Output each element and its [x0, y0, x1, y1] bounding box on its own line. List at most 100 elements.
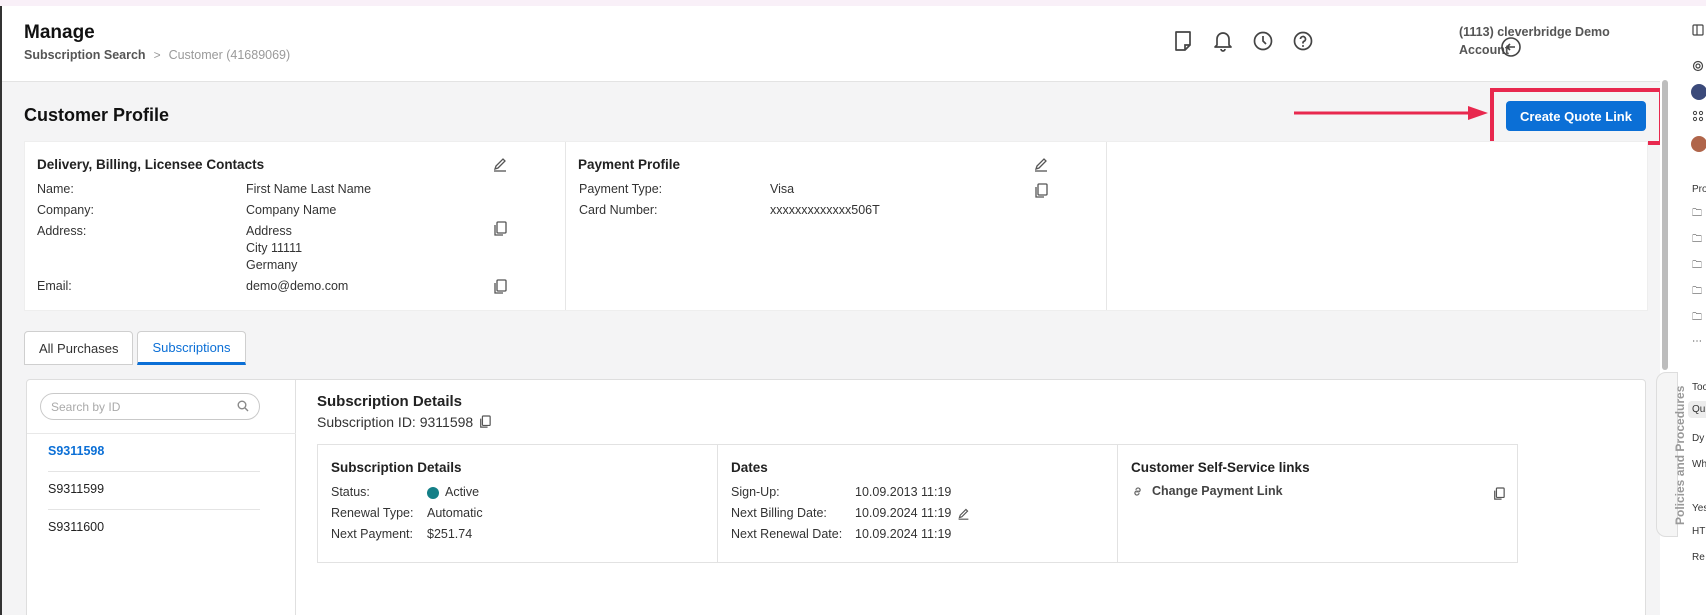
policies-procedures-tab[interactable]: Policies and Procedures — [1656, 372, 1687, 537]
sidebar-toggle-icon[interactable] — [1692, 24, 1704, 36]
next-renewal-row: Next Renewal Date: 10.09.2024 11:19 — [731, 526, 1104, 543]
bell-icon[interactable] — [1210, 28, 1236, 54]
more-icon[interactable]: ⋯ — [1692, 336, 1702, 347]
app-window: Manage Subscription Search > Customer (4… — [0, 6, 1660, 615]
self-service-card: Customer Self-Service links Change Payme… — [1118, 445, 1517, 562]
card-number-label: Card Number: — [579, 203, 658, 217]
side-item[interactable]: Dy — [1692, 433, 1704, 444]
next-payment-label: Next Payment: — [331, 527, 413, 541]
spiral-icon[interactable] — [1692, 60, 1704, 72]
edit-billing-date-icon[interactable] — [957, 507, 970, 520]
address-value: Address City 11111 Germany — [246, 224, 303, 272]
list-divider — [48, 471, 260, 472]
status-label: Status: — [331, 485, 370, 499]
account-name[interactable]: (1113) cleverbridge Demo Account — [1459, 23, 1619, 59]
list-divider — [48, 509, 260, 510]
create-quote-link-button[interactable]: Create Quote Link — [1506, 101, 1646, 131]
side-item[interactable]: HT — [1692, 526, 1705, 537]
card-number-row: Card Number: xxxxxxxxxxxxx506T — [579, 202, 1094, 219]
copy-email-icon[interactable] — [493, 279, 507, 295]
payment-type-value: Visa — [770, 182, 795, 196]
chevron-right-icon: > — [153, 48, 161, 62]
folder-icon[interactable]: 🗀 — [1692, 258, 1702, 275]
link-icon — [1134, 486, 1141, 496]
name-label: Name: — [37, 182, 74, 196]
breadcrumb: Subscription Search > Customer (41689069… — [24, 48, 290, 62]
change-payment-link-label: Change Payment Link — [1152, 484, 1283, 498]
browser-side-panel: Pro 🗀 🗀 🗀 🗀 🗀 ⋯ Too Qu Dy Wh Yes HT Re — [1686, 6, 1706, 615]
page-header-title: Manage — [24, 22, 95, 43]
payment-type-row: Payment Type: Visa — [579, 181, 1094, 198]
apps-icon[interactable] — [1692, 110, 1704, 122]
history-icon[interactable] — [1250, 28, 1276, 54]
side-item[interactable]: Qu — [1688, 401, 1706, 418]
avatar[interactable] — [1691, 136, 1706, 152]
logout-icon[interactable] — [1498, 34, 1524, 60]
copy-subscription-id-icon[interactable] — [479, 415, 491, 429]
status-row: Status: Active — [331, 484, 704, 501]
address-label: Address: — [37, 224, 87, 238]
side-item[interactable]: Re — [1692, 552, 1705, 563]
folder-icon[interactable]: 🗀 — [1692, 206, 1702, 223]
policies-procedures-label: Policies and Procedures — [1673, 385, 1687, 525]
company-value: Company Name — [246, 203, 337, 217]
top-header: Manage Subscription Search > Customer (4… — [2, 6, 1660, 82]
contact-name-row: Name: First Name Last Name — [37, 181, 553, 198]
purchase-tabs: All Purchases Subscriptions — [24, 331, 246, 365]
avatar[interactable] — [1691, 84, 1706, 100]
folder-icon[interactable]: 🗀 — [1692, 310, 1702, 327]
status-badge: Active — [445, 485, 480, 499]
copy-link-icon[interactable] — [1493, 487, 1505, 501]
next-billing-label: Next Billing Date: — [731, 506, 827, 520]
next-billing-value: 10.09.2024 11:19 — [855, 506, 952, 520]
side-label: Pro — [1692, 184, 1706, 195]
subscription-status-card: Subscription Details Status: Active Renew… — [318, 445, 718, 562]
card-number-value: xxxxxxxxxxxxx506T — [770, 203, 880, 217]
next-payment-value: $251.74 — [427, 527, 473, 541]
tab-all-purchases[interactable]: All Purchases — [24, 331, 134, 365]
edit-contacts-icon[interactable] — [492, 156, 508, 172]
contact-company-row: Company: Company Name — [37, 202, 553, 219]
contacts-card-title: Delivery, Billing, Licensee Contacts — [37, 157, 265, 172]
renewal-type-label: Renewal Type: — [331, 506, 414, 520]
subscription-detail: Subscription Details Subscription ID: 93… — [295, 380, 1645, 615]
list-divider — [27, 433, 296, 434]
contact-email-row: Email: demo@demo.com — [37, 278, 553, 295]
next-renewal-value: 10.09.2024 11:19 — [855, 527, 952, 541]
list-item[interactable]: S9311598 — [48, 444, 260, 458]
list-item[interactable]: S9311600 — [48, 520, 260, 534]
payment-card-title: Payment Profile — [578, 157, 681, 172]
folder-icon[interactable]: 🗀 — [1692, 232, 1702, 249]
scrollbar-thumb[interactable] — [1662, 80, 1668, 370]
customer-profile-panel: Delivery, Billing, Licensee Contacts Nam… — [24, 141, 1648, 311]
status-card-title: Subscription Details — [331, 460, 462, 475]
subscriptions-panel: S9311598 S9311599 S9311600 Subscription … — [26, 379, 1646, 615]
copy-payment-icon[interactable] — [1034, 183, 1048, 199]
side-label: Too — [1692, 382, 1706, 393]
side-label: Yes — [1692, 503, 1706, 514]
self-service-card-title: Customer Self-Service links — [1131, 460, 1310, 475]
breadcrumb-subscription-search[interactable]: Subscription Search — [24, 48, 146, 62]
dates-card-title: Dates — [731, 460, 768, 475]
dates-card: Dates Sign-Up: 10.09.2013 11:19 Next Bill… — [718, 445, 1118, 562]
search-input[interactable] — [40, 393, 260, 420]
contacts-card: Delivery, Billing, Licensee Contacts Nam… — [25, 142, 566, 310]
customer-profile-title: Customer Profile — [24, 105, 170, 125]
renewal-type-value: Automatic — [427, 506, 483, 520]
email-value: demo@demo.com — [246, 279, 349, 293]
notes-icon[interactable] — [1170, 28, 1196, 54]
breadcrumb-customer: Customer (41689069) — [168, 48, 291, 62]
help-icon[interactable] — [1290, 28, 1316, 54]
edit-payment-icon[interactable] — [1033, 156, 1049, 172]
side-item[interactable]: Wh — [1692, 459, 1706, 470]
copy-address-icon[interactable] — [493, 221, 507, 237]
signup-value: 10.09.2013 11:19 — [855, 485, 952, 499]
tab-subscriptions[interactable]: Subscriptions — [137, 331, 246, 365]
payment-type-label: Payment Type: — [579, 182, 663, 196]
search-icon[interactable] — [237, 400, 249, 412]
folder-icon[interactable]: 🗀 — [1692, 284, 1702, 301]
change-payment-link[interactable]: Change Payment Link — [1131, 484, 1504, 498]
list-item[interactable]: S9311599 — [48, 482, 260, 496]
next-payment-row: Next Payment: $251.74 — [331, 526, 704, 543]
subscription-list: S9311598 S9311599 S9311600 — [27, 380, 296, 615]
